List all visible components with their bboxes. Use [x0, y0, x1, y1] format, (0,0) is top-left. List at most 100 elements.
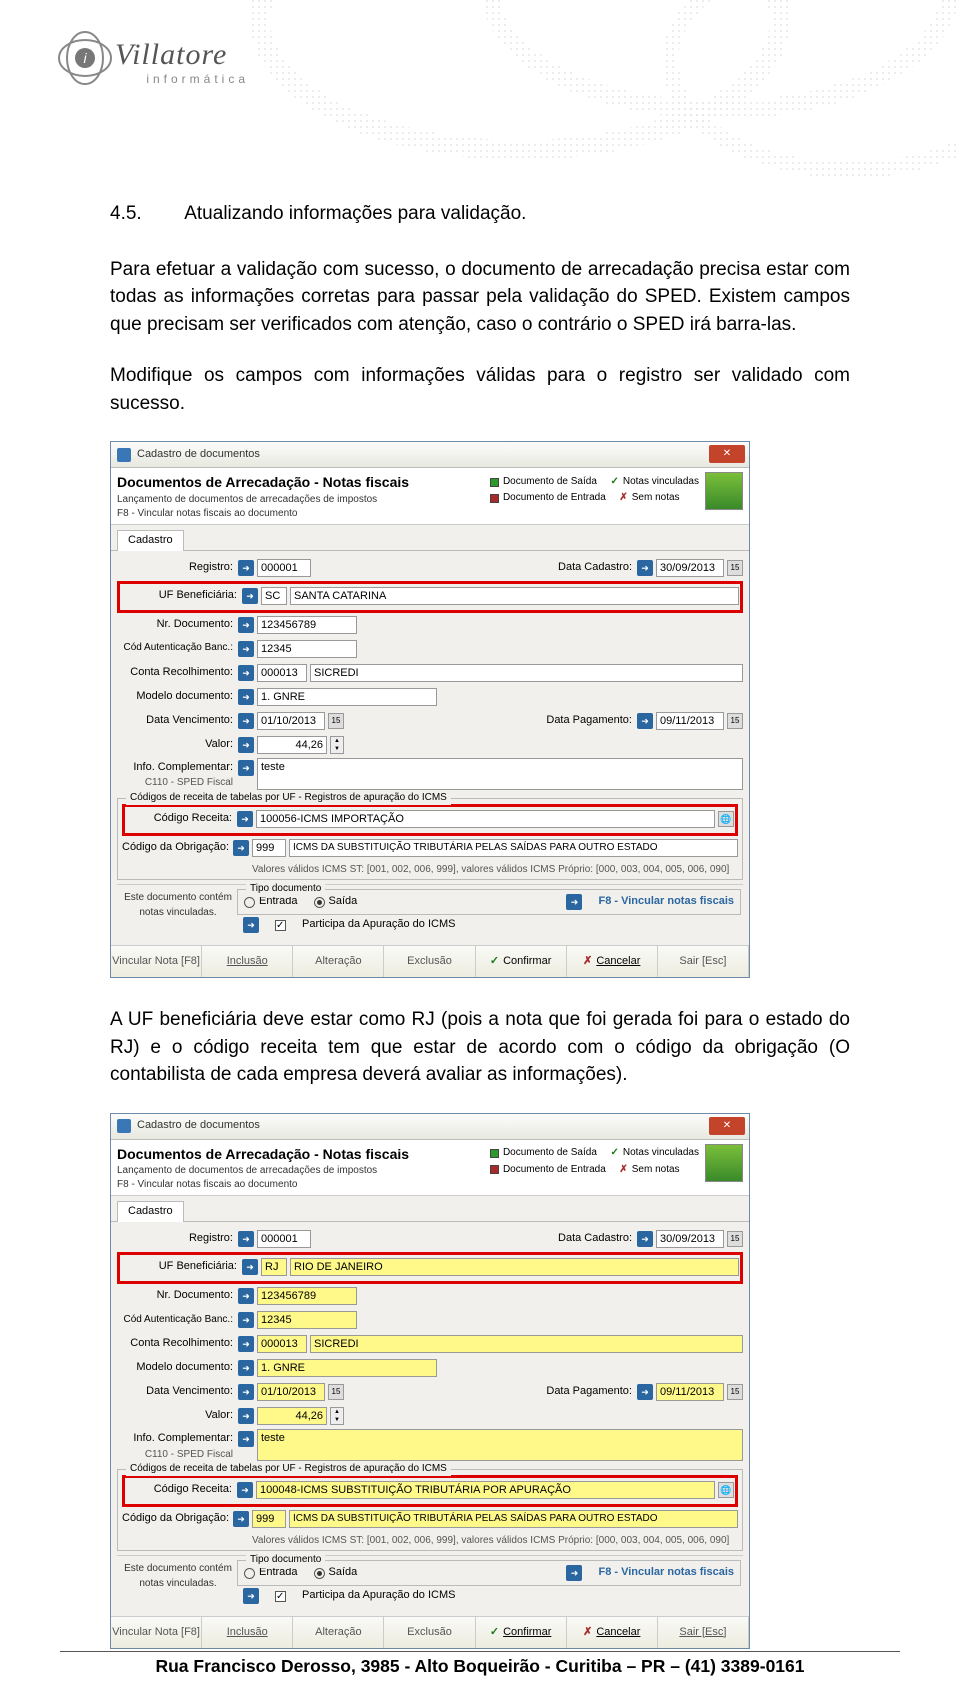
- arrow-icon[interactable]: [233, 1511, 249, 1527]
- valor-input[interactable]: 44,26: [257, 1407, 327, 1425]
- checkbox-participa[interactable]: [275, 1591, 286, 1602]
- checkbox-participa[interactable]: [275, 920, 286, 931]
- stepper-icon[interactable]: ▲▼: [330, 736, 344, 754]
- codobr-name-input[interactable]: ICMS DA SUBSTITUIÇÃO TRIBUTÁRIA PELAS SA…: [289, 1510, 738, 1528]
- info-input[interactable]: teste: [257, 758, 743, 790]
- page-content: 4.5. Atualizando informações para valida…: [110, 200, 850, 1677]
- arrow-icon[interactable]: [238, 641, 254, 657]
- radio-entrada[interactable]: [244, 1568, 255, 1579]
- btn-sair[interactable]: Sair [Esc]: [658, 1617, 749, 1648]
- btn-confirmar[interactable]: ✓Confirmar: [476, 946, 567, 977]
- uf-code-input[interactable]: RJ: [261, 1258, 287, 1276]
- arrow-icon[interactable]: [637, 560, 653, 576]
- arrow-icon[interactable]: [238, 1408, 254, 1424]
- datacad-input[interactable]: 30/09/2013: [656, 1230, 724, 1248]
- datavenc-input[interactable]: 01/10/2013: [257, 712, 325, 730]
- arrow-icon[interactable]: [238, 1288, 254, 1304]
- nrdoc-input[interactable]: 123456789: [257, 616, 357, 634]
- uf-code-input[interactable]: SC: [261, 587, 287, 605]
- arrow-icon[interactable]: [637, 1384, 653, 1400]
- close-icon[interactable]: [709, 445, 745, 463]
- codaut-input[interactable]: 12345: [257, 640, 357, 658]
- btn-inclusao[interactable]: Inclusão: [202, 1617, 293, 1648]
- datapag-input[interactable]: 09/11/2013: [656, 1383, 724, 1401]
- radio-entrada[interactable]: [244, 897, 255, 908]
- link-f8[interactable]: F8 - Vincular notas fiscais: [598, 1565, 734, 1581]
- btn-confirmar[interactable]: ✓Confirmar: [476, 1617, 567, 1648]
- contarec-name-input[interactable]: SICREDI: [310, 1335, 743, 1353]
- calendar-icon[interactable]: 15: [328, 713, 344, 729]
- arrow-icon[interactable]: [242, 1259, 258, 1275]
- modelo-input[interactable]: 1. GNRE: [257, 688, 437, 706]
- globe-icon[interactable]: 🌐: [718, 1482, 734, 1498]
- registro-input[interactable]: 000001: [257, 559, 311, 577]
- calendar-icon[interactable]: 15: [328, 1384, 344, 1400]
- arrow-icon[interactable]: [238, 1231, 254, 1247]
- registro-input[interactable]: 000001: [257, 1230, 311, 1248]
- checkbox-participa-label: Participa da Apuração do ICMS: [302, 1588, 455, 1604]
- arrow-icon[interactable]: [233, 840, 249, 856]
- btn-exclusao[interactable]: Exclusão: [384, 946, 475, 977]
- arrow-icon[interactable]: [238, 1384, 254, 1400]
- btn-alteracao[interactable]: Alteração: [293, 946, 384, 977]
- arrow-icon[interactable]: [238, 560, 254, 576]
- info-input[interactable]: teste: [257, 1429, 743, 1461]
- btn-inclusao[interactable]: Inclusão: [202, 946, 293, 977]
- arrow-icon[interactable]: [637, 713, 653, 729]
- arrow-icon[interactable]: [238, 1312, 254, 1328]
- tab-cadastro[interactable]: Cadastro: [117, 530, 184, 551]
- uf-name-input[interactable]: RIO DE JANEIRO: [290, 1258, 739, 1276]
- contarec-name-input[interactable]: SICREDI: [310, 664, 743, 682]
- contarec-code-input[interactable]: 000013: [257, 1335, 307, 1353]
- tipodoc-title: Tipo documento: [246, 882, 325, 897]
- globe-icon[interactable]: 🌐: [718, 811, 734, 827]
- radio-saida[interactable]: [314, 897, 325, 908]
- radio-saida[interactable]: [314, 1568, 325, 1579]
- arrow-icon[interactable]: [237, 1482, 253, 1498]
- codaut-input[interactable]: 12345: [257, 1311, 357, 1329]
- arrow-icon[interactable]: [238, 1336, 254, 1352]
- calendar-icon[interactable]: 15: [727, 560, 743, 576]
- calendar-icon[interactable]: 15: [727, 1231, 743, 1247]
- contarec-code-input[interactable]: 000013: [257, 664, 307, 682]
- nrdoc-input[interactable]: 123456789: [257, 1287, 357, 1305]
- arrow-icon[interactable]: [637, 1231, 653, 1247]
- datapag-input[interactable]: 09/11/2013: [656, 712, 724, 730]
- modelo-input[interactable]: 1. GNRE: [257, 1359, 437, 1377]
- arrow-icon[interactable]: [238, 1431, 254, 1447]
- arrow-icon[interactable]: [238, 617, 254, 633]
- codobr-code-input[interactable]: 999: [252, 839, 286, 857]
- link-f8[interactable]: F8 - Vincular notas fiscais: [598, 894, 734, 910]
- btn-vincular[interactable]: Vincular Nota [F8]: [111, 1617, 202, 1648]
- btn-alteracao[interactable]: Alteração: [293, 1617, 384, 1648]
- calendar-icon[interactable]: 15: [727, 713, 743, 729]
- stepper-icon[interactable]: ▲▼: [330, 1407, 344, 1425]
- calendar-icon[interactable]: 15: [727, 1384, 743, 1400]
- datacad-input[interactable]: 30/09/2013: [656, 559, 724, 577]
- codobr-code-input[interactable]: 999: [252, 1510, 286, 1528]
- datavenc-input[interactable]: 01/10/2013: [257, 1383, 325, 1401]
- btn-cancelar[interactable]: ✗Cancelar: [567, 946, 658, 977]
- codobr-name-input[interactable]: ICMS DA SUBSTITUIÇÃO TRIBUTÁRIA PELAS SA…: [289, 839, 738, 857]
- valor-input[interactable]: 44,26: [257, 736, 327, 754]
- arrow-icon[interactable]: [566, 894, 582, 910]
- arrow-icon[interactable]: [238, 760, 254, 776]
- logo: i Villatore informática: [55, 30, 265, 86]
- arrow-icon[interactable]: [238, 689, 254, 705]
- arrow-icon[interactable]: [243, 1588, 259, 1604]
- arrow-icon[interactable]: [238, 737, 254, 753]
- uf-name-input[interactable]: SANTA CATARINA: [290, 587, 739, 605]
- arrow-icon[interactable]: [243, 917, 259, 933]
- close-icon[interactable]: [709, 1117, 745, 1135]
- btn-cancelar[interactable]: ✗Cancelar: [567, 1617, 658, 1648]
- tab-cadastro[interactable]: Cadastro: [117, 1201, 184, 1222]
- arrow-icon[interactable]: [566, 1565, 582, 1581]
- arrow-icon[interactable]: [242, 588, 258, 604]
- arrow-icon[interactable]: [238, 665, 254, 681]
- arrow-icon[interactable]: [237, 811, 253, 827]
- arrow-icon[interactable]: [238, 713, 254, 729]
- btn-vincular[interactable]: Vincular Nota [F8]: [111, 946, 202, 977]
- btn-sair[interactable]: Sair [Esc]: [658, 946, 749, 977]
- arrow-icon[interactable]: [238, 1360, 254, 1376]
- btn-exclusao[interactable]: Exclusão: [384, 1617, 475, 1648]
